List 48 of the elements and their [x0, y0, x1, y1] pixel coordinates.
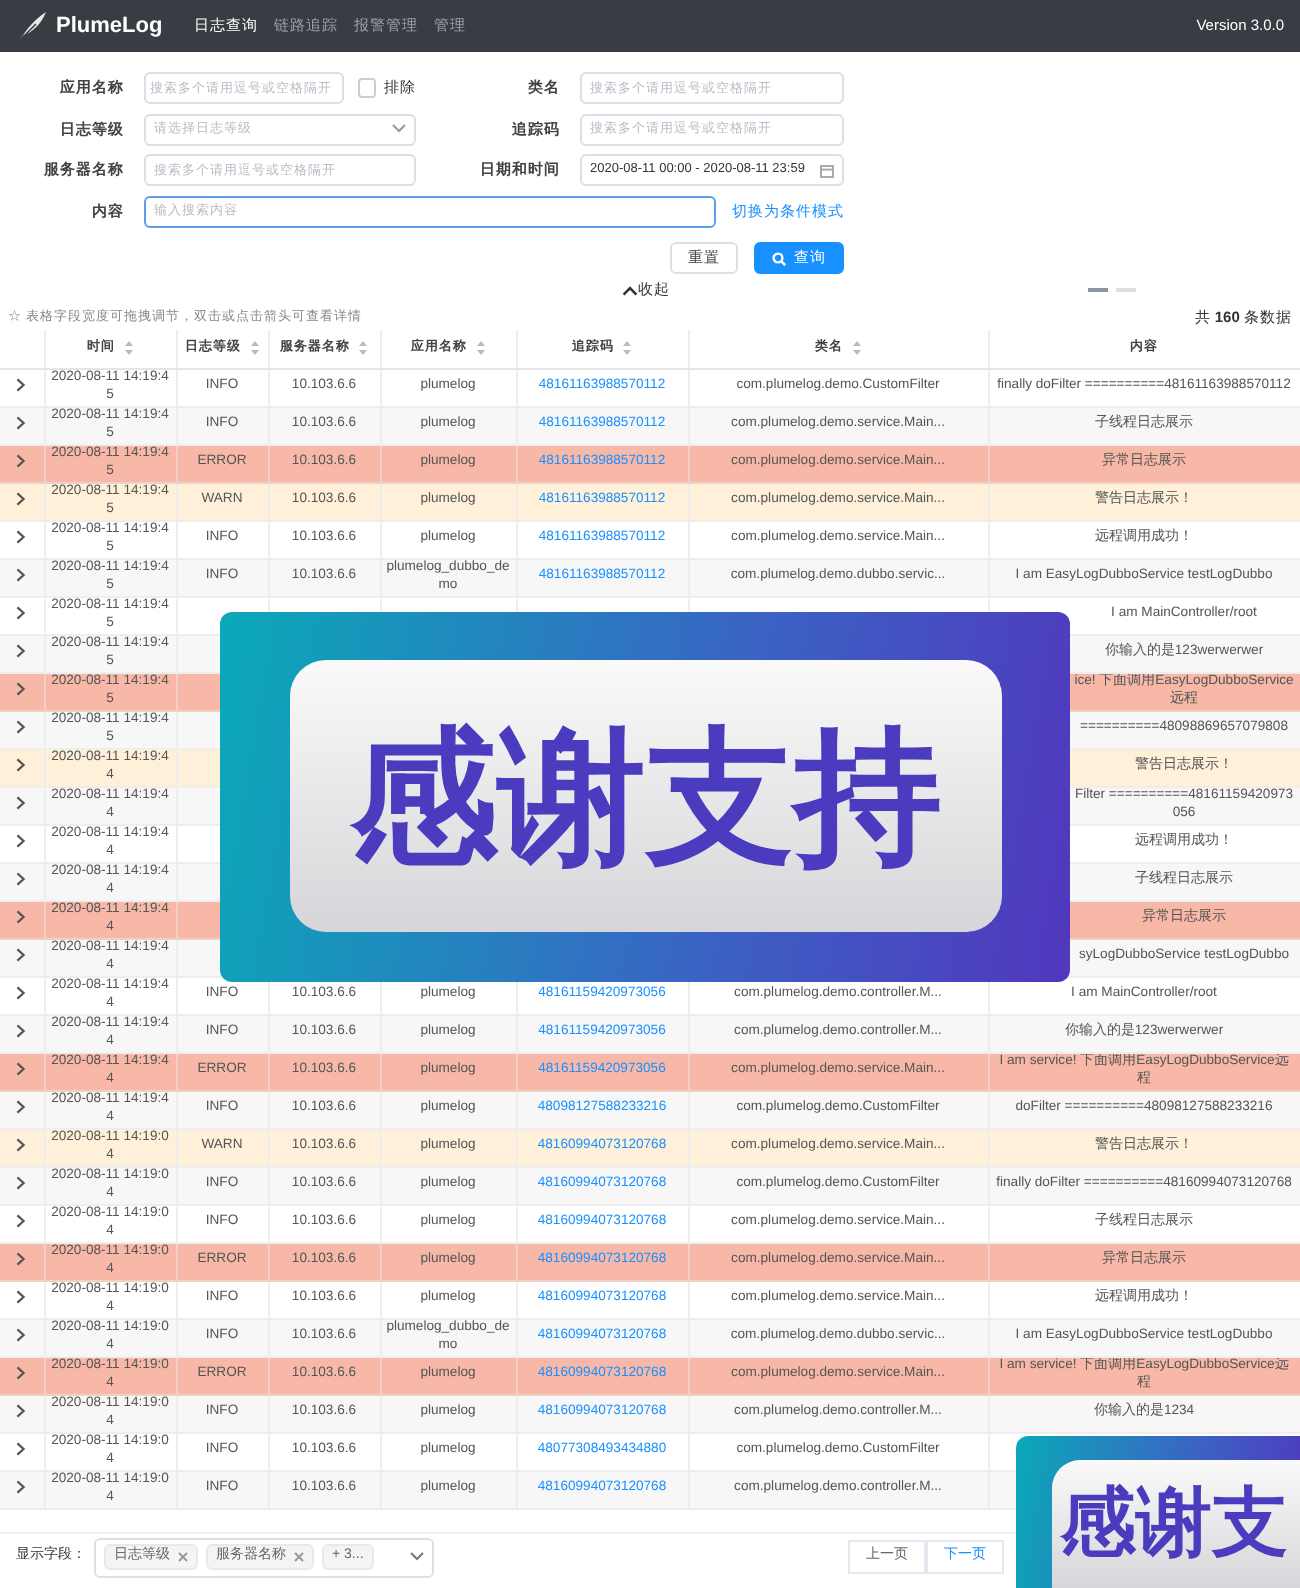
expand-icon[interactable]	[16, 492, 27, 507]
expand-icon[interactable]	[16, 720, 27, 735]
expand-icon[interactable]	[16, 568, 27, 583]
expand-icon[interactable]	[16, 1252, 27, 1267]
expand-icon[interactable]	[16, 1442, 27, 1457]
feather-icon	[16, 10, 48, 42]
close-icon[interactable]	[294, 1552, 304, 1562]
expand-icon[interactable]	[16, 682, 27, 697]
sort-icon	[622, 340, 632, 357]
search-icon	[772, 251, 786, 265]
sort-icon	[851, 340, 861, 357]
expand-icon[interactable]	[16, 1024, 27, 1039]
sort-icon	[358, 340, 368, 357]
expand-icon[interactable]	[16, 872, 27, 887]
expand-icon[interactable]	[16, 1328, 27, 1343]
calendar-icon	[820, 163, 834, 177]
brand-name: PlumeLog	[56, 11, 163, 42]
banner-text: 感谢支持	[290, 660, 1002, 932]
banner-text: 感谢支	[1052, 1460, 1300, 1588]
sort-icon	[475, 340, 485, 357]
chevron-down-icon	[392, 124, 406, 134]
expand-icon[interactable]	[16, 606, 27, 621]
expand-icon[interactable]	[16, 378, 27, 393]
expand-icon[interactable]	[16, 986, 27, 1001]
expand-icon[interactable]	[16, 1062, 27, 1077]
expand-icon[interactable]	[16, 948, 27, 963]
expand-icon[interactable]	[16, 1176, 27, 1191]
expand-icon[interactable]	[16, 910, 27, 925]
expand-icon[interactable]	[16, 1290, 27, 1305]
sort-icon	[123, 340, 133, 357]
expand-icon[interactable]	[16, 454, 27, 469]
exclude-checkbox[interactable]	[357, 78, 376, 98]
expand-icon[interactable]	[16, 1404, 27, 1419]
chevron-down-icon	[409, 1552, 424, 1562]
sort-icon	[249, 340, 259, 357]
expand-icon[interactable]	[16, 796, 27, 811]
expand-icon[interactable]	[16, 1214, 27, 1229]
expand-icon[interactable]	[16, 1366, 27, 1381]
expand-icon[interactable]	[16, 416, 27, 431]
expand-icon[interactable]	[16, 1480, 27, 1495]
expand-icon[interactable]	[16, 644, 27, 659]
expand-icon[interactable]	[16, 1100, 27, 1115]
expand-icon[interactable]	[16, 758, 27, 773]
expand-icon[interactable]	[16, 530, 27, 545]
expand-icon[interactable]	[16, 834, 27, 849]
expand-icon[interactable]	[16, 1138, 27, 1153]
close-icon[interactable]	[178, 1552, 188, 1562]
chevron-up-icon	[622, 285, 638, 295]
